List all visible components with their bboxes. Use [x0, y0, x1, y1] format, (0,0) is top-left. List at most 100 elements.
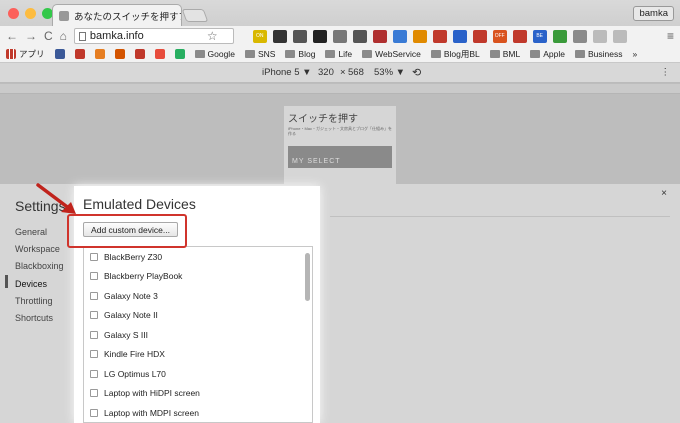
folder-icon — [194, 50, 205, 58]
bookmark-icon-4[interactable] — [114, 49, 125, 59]
device-checkbox[interactable] — [90, 408, 98, 417]
bookmark-folder[interactable]: Apple — [530, 49, 565, 59]
folder-icon — [489, 50, 500, 58]
device-list[interactable]: BlackBerry Z30 Blackberry PlayBook Galaxy … — [83, 246, 313, 423]
ext-7-icon[interactable] — [372, 29, 387, 43]
reload-icon[interactable]: C — [44, 30, 53, 42]
bookmark-folder[interactable]: SNS — [244, 49, 275, 59]
device-list-item[interactable]: Laptop with MDPI screen — [84, 403, 312, 422]
bookmark-star-icon[interactable]: ☆ — [207, 30, 218, 42]
selected-nav-marker — [5, 275, 8, 288]
device-checkbox[interactable] — [90, 389, 98, 398]
ext-9-icon[interactable] — [412, 29, 427, 43]
ext-5-icon[interactable] — [332, 29, 347, 43]
emulated-devices-title: Emulated Devices — [83, 196, 196, 212]
device-list-item[interactable]: Galaxy Note 3 — [84, 286, 312, 306]
divider — [330, 216, 670, 217]
tab-title: あなたのスイッチを押すブログ — [74, 11, 181, 23]
ext-10-icon[interactable] — [432, 29, 447, 43]
bookmark-folder-label: WebService — [375, 49, 421, 59]
facebook-bookmark-icon[interactable] — [54, 49, 65, 59]
scrollbar-thumb[interactable] — [305, 253, 310, 301]
ext-16-icon[interactable] — [552, 29, 567, 43]
ext-11-icon[interactable] — [452, 29, 467, 43]
browser-tab[interactable]: あなたのスイッチを押すブログ × — [52, 4, 182, 26]
site-description: iPhone・Mac・ガジェット・文房具とブログ「仕組み」を作る — [288, 126, 393, 136]
device-checkbox[interactable] — [90, 369, 98, 378]
new-tab-button[interactable] — [181, 9, 209, 22]
bookmark-folder[interactable]: Google — [194, 49, 235, 59]
on-ext-icon[interactable]: ON — [252, 29, 267, 43]
device-name: Galaxy Note 3 — [104, 290, 158, 301]
bookmark-folder-label: Business — [587, 49, 623, 59]
bookmark-icon-3[interactable] — [94, 49, 105, 59]
device-name: Blackberry PlayBook — [104, 271, 183, 282]
annotation-arrow-icon — [36, 183, 76, 214]
ext-17-icon[interactable] — [572, 29, 587, 43]
bookmark-icon-2[interactable] — [74, 49, 85, 59]
ext-6-icon[interactable] — [352, 29, 367, 43]
device-checkbox[interactable] — [90, 272, 98, 281]
chrome-menu-icon[interactable]: ≡ — [667, 29, 674, 43]
device-list-item[interactable]: Galaxy Note II — [84, 306, 312, 326]
profile-button[interactable]: bamka — [633, 6, 674, 21]
device-height-input[interactable]: 568 — [348, 67, 364, 78]
ext-2-icon[interactable] — [272, 29, 287, 43]
buffer-ext-icon[interactable] — [312, 29, 327, 43]
device-checkbox[interactable] — [90, 311, 98, 320]
bookmark-folder[interactable]: BML — [489, 49, 520, 59]
window-controls — [8, 8, 53, 19]
device-checkbox[interactable] — [90, 330, 98, 339]
minimize-window-button[interactable] — [25, 8, 36, 19]
device-list-item[interactable]: Laptop with HiDPI screen — [84, 384, 312, 404]
device-list-item[interactable]: Blackberry PlayBook — [84, 267, 312, 287]
device-list-item[interactable]: LG Optimus L70 — [84, 364, 312, 384]
device-name: Laptop with HiDPI screen — [104, 388, 200, 399]
bookmark-folder[interactable]: Blog用BL — [430, 48, 480, 60]
forward-arrow-icon[interactable]: → — [25, 30, 37, 42]
device-list-item[interactable]: Kindle Fire HDX — [84, 345, 312, 365]
bookmark-folder[interactable]: Blog — [285, 49, 315, 59]
settings-nav-item[interactable]: Devices — [15, 276, 64, 293]
bookmark-folder-label: Life — [338, 49, 353, 59]
ext-18-icon[interactable] — [592, 29, 607, 43]
device-list-item[interactable]: Galaxy S III — [84, 325, 312, 345]
ext-3-icon[interactable] — [292, 29, 307, 43]
bookmark-folder[interactable]: Business — [574, 49, 623, 59]
settings-nav-item[interactable]: Blackboxing — [15, 258, 64, 275]
bookmarks-bar: アプリ Google SNS Blog Life WebService Blog用BL BM… — [0, 46, 680, 63]
ext-12-icon[interactable] — [472, 29, 487, 43]
device-checkbox[interactable] — [90, 291, 98, 300]
device-checkbox[interactable] — [90, 252, 98, 261]
be-ext-icon[interactable]: BE — [532, 29, 547, 43]
off-ext-icon[interactable]: OFF — [492, 29, 507, 43]
close-settings-icon[interactable]: × — [661, 188, 667, 199]
bookmarks-overflow-icon[interactable]: » — [632, 49, 637, 59]
device-name: Galaxy Note II — [104, 310, 158, 321]
bookmark-folder[interactable]: Life — [325, 49, 352, 59]
ext-19-icon[interactable] — [612, 29, 627, 43]
close-window-button[interactable] — [8, 8, 19, 19]
site-logo: スイッチを押す — [288, 114, 358, 125]
ext-8-icon[interactable] — [392, 29, 407, 43]
more-options-icon[interactable]: ⋮ — [661, 67, 671, 78]
bookmark-icon-6[interactable] — [154, 49, 165, 59]
settings-nav-item[interactable]: Shortcuts — [15, 310, 64, 327]
gmail-bookmark-icon[interactable] — [134, 49, 145, 59]
apps-shortcut[interactable]: アプリ — [6, 48, 45, 60]
ext-14-icon[interactable] — [512, 29, 527, 43]
rotate-icon[interactable]: ⟲ — [412, 66, 421, 79]
device-select[interactable]: iPhone 5 ▼ — [262, 67, 312, 78]
back-arrow-icon[interactable]: ← — [6, 30, 18, 42]
device-list-item[interactable]: BlackBerry Z30 — [84, 247, 312, 267]
settings-nav-item[interactable]: General — [15, 224, 64, 241]
bookmark-icon-7[interactable] — [174, 49, 185, 59]
settings-nav-item[interactable]: Workspace — [15, 241, 64, 258]
settings-nav-item[interactable]: Throttling — [15, 293, 64, 310]
bookmark-folder[interactable]: WebService — [362, 49, 421, 59]
zoom-select[interactable]: 53% ▼ — [374, 67, 405, 78]
device-checkbox[interactable] — [90, 350, 98, 359]
device-width-input[interactable]: 320 — [318, 67, 334, 78]
folder-icon — [285, 50, 296, 58]
home-icon[interactable]: ⌂ — [60, 30, 67, 42]
